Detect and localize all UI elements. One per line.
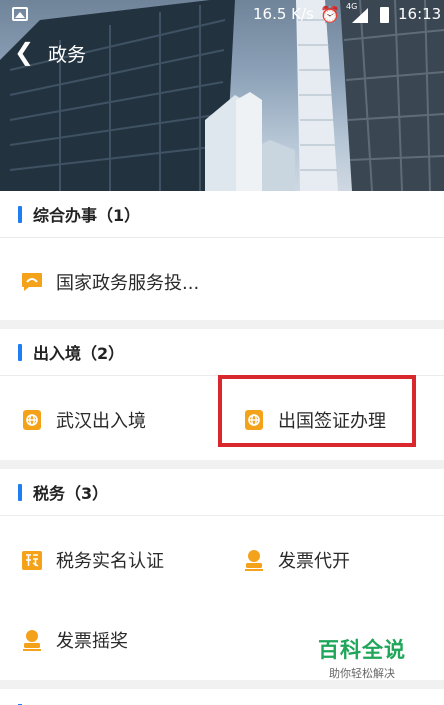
service-item-label: 税务实名认证 [56, 551, 164, 572]
service-item-label: 发票摇奖 [56, 631, 128, 652]
chat-bubble-icon [22, 273, 42, 291]
header-banner: 16.5 K/s ⏰ 4G 16:13 ❮ 政务 [0, 0, 444, 191]
signal-icon [352, 8, 368, 23]
service-item-gov-complaint[interactable]: 国家政务服务投... [0, 242, 222, 322]
service-item-label: 武汉出入境 [56, 411, 146, 432]
section-title: 综合办事（1） [33, 206, 141, 225]
service-list: 综合办事（1） 国家政务服务投... 出入境（2） 武汉出入境 出国签证办理 税… [0, 191, 444, 705]
section-header: 出入境（2） [0, 329, 444, 376]
watermark-brand: 百科全说 [318, 638, 406, 662]
battery-icon [380, 7, 389, 23]
section-general: 综合办事（1） 国家政务服务投... [0, 191, 444, 320]
service-item-label: 出国签证办理 [278, 411, 386, 432]
section-header [0, 689, 444, 705]
service-item-invoice-issue[interactable]: 发票代开 [222, 520, 444, 600]
service-item-label: 发票代开 [278, 551, 350, 572]
section-exit-entry: 出入境（2） 武汉出入境 出国签证办理 [0, 329, 444, 460]
section-title: 税务（3） [33, 484, 109, 503]
nav-bar: ❮ 政务 [0, 36, 444, 70]
accent-bar [18, 483, 22, 501]
accent-bar [18, 205, 22, 223]
tax-seal-icon [22, 551, 42, 570]
accent-bar [18, 343, 22, 361]
page-title: 政务 [48, 44, 87, 66]
section-other-partial [0, 689, 444, 705]
user-stamp-icon [245, 550, 263, 571]
watermark: 百科全说 助你轻松解决 [310, 630, 414, 680]
service-item-tax-realname[interactable]: 税务实名认证 [0, 520, 222, 600]
user-stamp-icon [23, 630, 41, 651]
passport-globe-icon [23, 410, 41, 430]
service-item-invoice-lottery[interactable]: 发票摇奖 [0, 600, 222, 680]
image-notification-icon [12, 7, 28, 21]
passport-globe-icon [245, 410, 263, 430]
watermark-tagline: 助你轻松解决 [329, 667, 395, 680]
item-grid: 国家政务服务投... [0, 238, 444, 320]
section-title: 出入境（2） [33, 344, 125, 363]
service-item-visa[interactable]: 出国签证办理 [222, 380, 444, 460]
service-item-wuhan-exit-entry[interactable]: 武汉出入境 [0, 380, 222, 460]
item-grid: 武汉出入境 出国签证办理 [0, 376, 444, 460]
service-item-label: 国家政务服务投... [56, 273, 200, 294]
section-header: 综合办事（1） [0, 191, 444, 238]
section-header: 税务（3） [0, 469, 444, 516]
chevron-left-icon[interactable]: ❮ [14, 36, 34, 68]
status-bar: 16.5 K/s ⏰ 4G 16:13 [0, 0, 444, 30]
network-speed: 16.5 K/s [253, 5, 314, 23]
clock: 16:13 [398, 5, 442, 23]
alarm-icon: ⏰ [320, 5, 340, 24]
